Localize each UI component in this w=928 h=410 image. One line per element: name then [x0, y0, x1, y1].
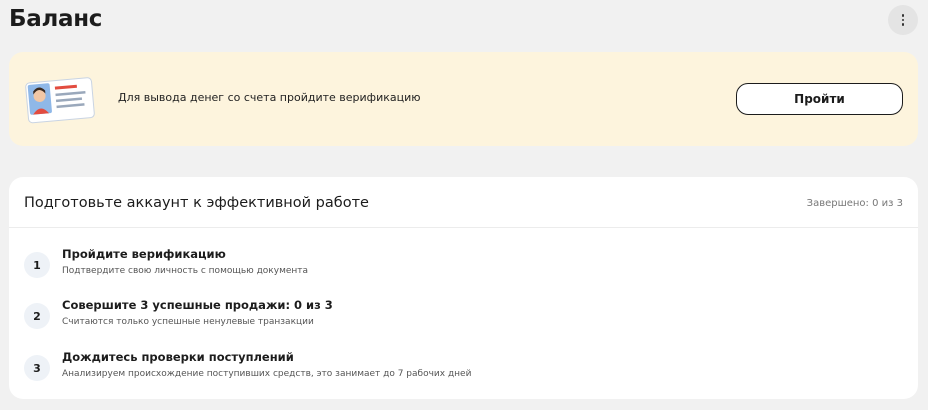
step-description: Анализируем происхождение поступивших ср… — [62, 369, 472, 379]
step-title: Пройдите верификацию — [62, 247, 226, 261]
verify-button[interactable]: Пройти — [736, 83, 903, 115]
verification-message: Для вывода денег со счета пройдите вериф… — [118, 91, 421, 104]
more-options-button[interactable] — [888, 5, 918, 35]
verification-banner: Для вывода денег со счета пройдите вериф… — [9, 52, 918, 146]
step-title: Совершите 3 успешные продажи: 0 из 3 — [62, 298, 333, 312]
setup-progress: Завершено: 0 из 3 — [806, 198, 903, 209]
id-card-icon — [23, 74, 103, 130]
step-number: 1 — [24, 252, 50, 278]
more-vertical-icon — [901, 14, 905, 26]
account-setup-card: Подготовьте аккаунт к эффективной работе… — [9, 177, 918, 399]
step-number: 2 — [24, 303, 50, 329]
page-title: Баланс — [9, 6, 103, 32]
divider — [9, 227, 918, 228]
step-description: Считаются только успешные ненулевые тран… — [62, 317, 314, 327]
step-description: Подтвердите свою личность с помощью доку… — [62, 266, 309, 276]
step-number: 3 — [24, 355, 50, 381]
setup-title: Подготовьте аккаунт к эффективной работе — [24, 195, 369, 211]
step-title: Дождитесь проверки поступлений — [62, 350, 294, 364]
